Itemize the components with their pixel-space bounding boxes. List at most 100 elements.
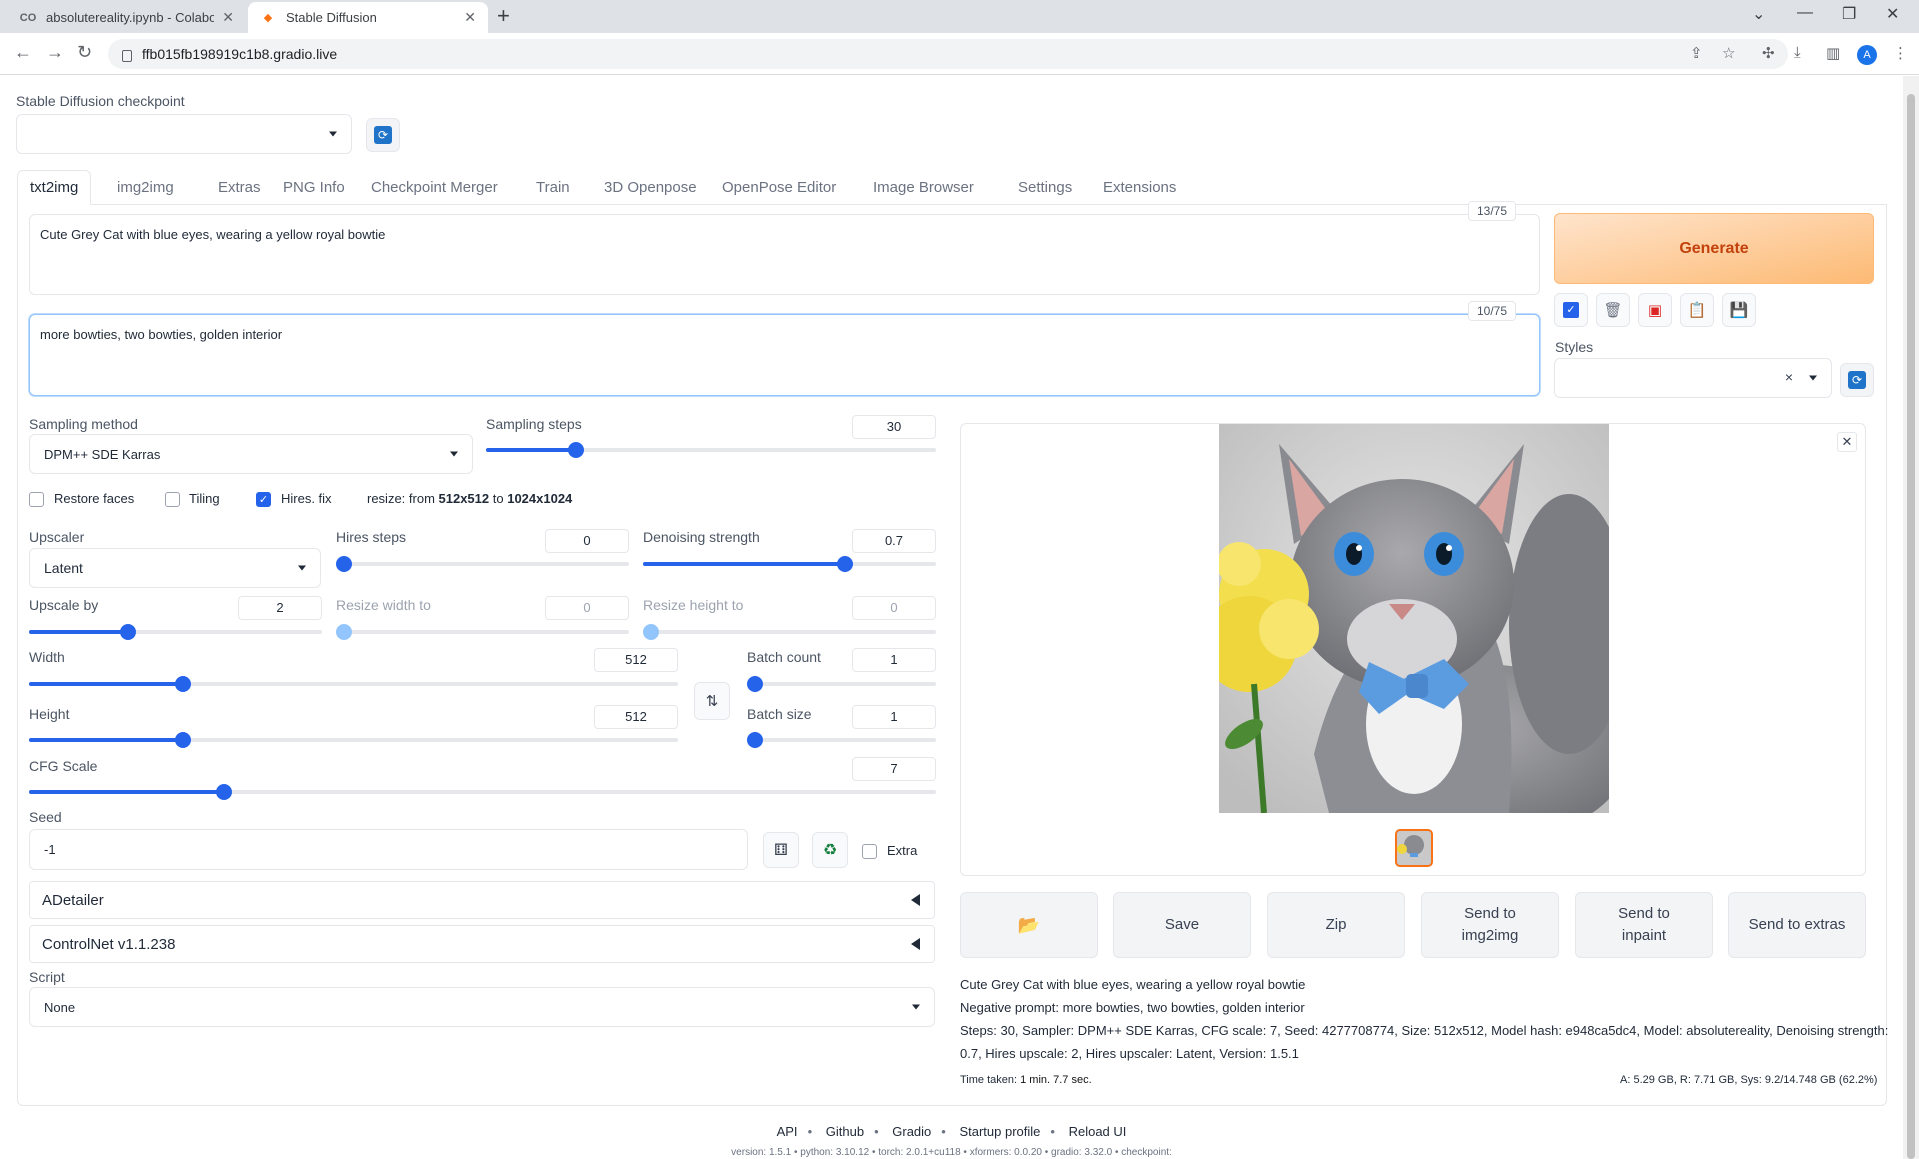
tab-search-icon[interactable]: ⌄ [1752,4,1765,24]
slider-thumb[interactable] [643,624,659,640]
tab-train[interactable]: Train [524,170,582,205]
cfg-scale-input[interactable]: 7 [852,757,936,781]
tab-txt2img[interactable]: txt2img [17,170,92,205]
send-to-inpaint-button[interactable]: Send to inpaint [1575,892,1713,958]
reload-icon[interactable]: ↻ [77,42,92,63]
save-button[interactable]: Save [1113,892,1251,958]
sampling-steps-slider[interactable] [486,442,936,458]
extra-networks-button[interactable]: ▣ [1638,293,1672,327]
batch-size-slider[interactable] [747,732,936,748]
tiling-checkbox[interactable] [165,492,180,507]
sampling-steps-input[interactable]: 30 [852,415,936,439]
slider-thumb[interactable] [336,556,352,572]
tab-checkpoint-merger[interactable]: Checkpoint Merger [359,170,510,205]
extensions-icon[interactable]: ✣ [1762,44,1775,62]
share-icon[interactable]: ⇪ [1690,44,1703,62]
close-window-icon[interactable]: ✕ [1886,4,1899,24]
zip-button[interactable]: Zip [1267,892,1405,958]
browser-tab-colab[interactable]: CO absolutereality.ipynb - Colaborat ✕ [8,2,246,33]
slider-thumb[interactable] [216,784,233,800]
controlnet-accordion[interactable]: ControlNet v1.1.238 [29,925,935,963]
resize-height-slider[interactable] [643,624,936,640]
sampling-method-dropdown[interactable]: DPM++ SDE Karras [29,434,473,474]
height-input[interactable]: 512 [594,705,678,729]
browser-tab-stable-diffusion[interactable]: ◆ Stable Diffusion ✕ [248,2,488,33]
back-icon[interactable]: ← [14,42,32,63]
slider-thumb[interactable] [174,732,191,748]
resize-height-input[interactable]: 0 [852,596,936,620]
clear-styles-icon[interactable]: × [1785,369,1793,385]
apply-style-button[interactable]: 📋 [1680,293,1714,327]
width-input[interactable]: 512 [594,648,678,672]
startup-profile-link[interactable]: Startup profile [959,1124,1040,1139]
reload-ui-link[interactable]: Reload UI [1069,1124,1127,1139]
slider-thumb[interactable] [174,676,191,692]
upscale-by-input[interactable]: 2 [238,596,322,620]
scrollbar-thumb[interactable] [1907,94,1915,1159]
tab-3d-openpose[interactable]: 3D Openpose [592,170,709,205]
refresh-styles-button[interactable]: ⟳ [1840,363,1874,397]
bookmark-star-icon[interactable]: ☆ [1722,44,1735,62]
prompt-textarea[interactable]: Cute Grey Cat with blue eyes, wearing a … [29,214,1540,295]
random-seed-button[interactable]: ⚅ [763,832,799,868]
url-field[interactable]: ffb015fb198919c1b8.gradio.live [108,39,1788,69]
refresh-checkpoint-button[interactable]: ⟳ [366,118,400,152]
api-link[interactable]: API [777,1124,798,1139]
open-folder-button[interactable]: 📂 [960,892,1098,958]
cfg-scale-slider[interactable] [29,784,936,800]
send-to-img2img-button[interactable]: Send to img2img [1421,892,1559,958]
height-slider[interactable] [29,732,678,748]
seed-input[interactable]: -1 [29,829,748,870]
slider-thumb[interactable] [747,676,763,692]
extra-seed-checkbox[interactable] [862,844,877,859]
tab-extras[interactable]: Extras [206,170,273,205]
slider-thumb[interactable] [836,556,853,572]
tab-png-info[interactable]: PNG Info [271,170,357,205]
hires-fix-checkbox[interactable]: ✓ [256,492,271,507]
close-tab-icon[interactable]: ✕ [464,9,476,26]
new-tab-button[interactable]: + [497,5,510,27]
download-icon[interactable]: ⤓ [1794,44,1801,61]
styles-dropdown[interactable]: × [1554,358,1832,398]
close-preview-icon[interactable]: ✕ [1837,432,1857,452]
script-dropdown[interactable]: None [29,987,935,1027]
batch-count-slider[interactable] [747,676,936,692]
hires-steps-input[interactable]: 0 [545,529,629,553]
page-scrollbar[interactable] [1903,76,1919,1159]
gradio-link[interactable]: Gradio [892,1124,931,1139]
save-style-button[interactable]: 💾 [1722,293,1756,327]
interrupt-button[interactable]: ✓ [1554,293,1588,327]
generated-image[interactable] [1219,424,1609,813]
swap-dimensions-button[interactable]: ⇅ [694,682,730,720]
tab-img2img[interactable]: img2img [105,170,186,205]
resize-width-input[interactable]: 0 [545,596,629,620]
negative-prompt-textarea[interactable]: more bowties, two bowties, golden interi… [29,314,1540,396]
browser-menu-icon[interactable]: ⋮ [1893,44,1908,62]
clear-prompt-button[interactable]: 🗑 [1596,293,1630,327]
tab-image-browser[interactable]: Image Browser [861,170,986,205]
upscaler-dropdown[interactable]: Latent [29,548,321,588]
tab-settings[interactable]: Settings [1006,170,1084,205]
reuse-seed-button[interactable]: ♻ [812,832,848,868]
github-link[interactable]: Github [826,1124,864,1139]
side-panel-icon[interactable]: ▥ [1826,44,1840,62]
upscale-by-slider[interactable] [29,624,322,640]
gallery-thumbnail[interactable] [1395,829,1433,867]
profile-avatar[interactable]: A [1857,45,1877,65]
forward-icon[interactable]: → [46,42,64,63]
tab-openpose-editor[interactable]: OpenPose Editor [710,170,848,205]
batch-size-input[interactable]: 1 [852,705,936,729]
checkpoint-dropdown[interactable] [16,114,352,154]
width-slider[interactable] [29,676,678,692]
hires-steps-slider[interactable] [336,556,629,572]
tab-extensions[interactable]: Extensions [1091,170,1188,205]
close-tab-icon[interactable]: ✕ [222,9,234,26]
send-to-extras-button[interactable]: Send to extras [1728,892,1866,958]
slider-thumb[interactable] [120,624,137,640]
resize-width-slider[interactable] [336,624,629,640]
slider-thumb[interactable] [747,732,763,748]
slider-thumb[interactable] [568,442,585,458]
denoising-strength-slider[interactable] [643,556,936,572]
slider-thumb[interactable] [336,624,352,640]
minimize-icon[interactable]: — [1797,4,1813,22]
